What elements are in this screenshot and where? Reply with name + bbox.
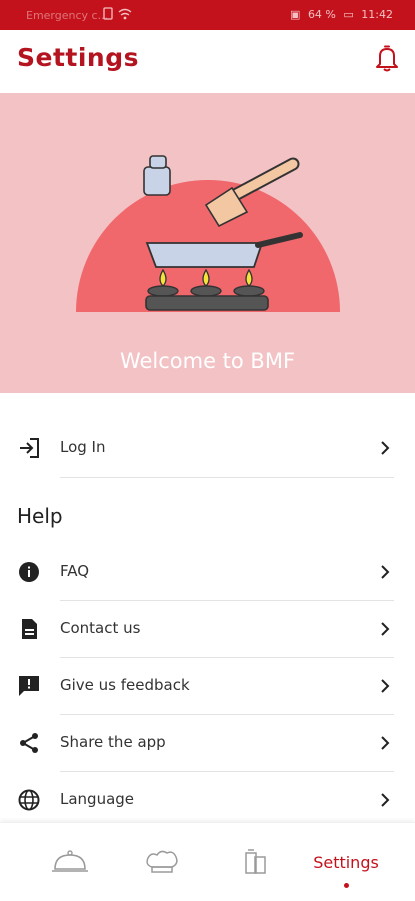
active-indicator [344, 883, 349, 888]
share-row[interactable]: Share the app [0, 715, 415, 772]
login-icon [20, 438, 39, 458]
bottom-navigation: Settings [0, 822, 415, 901]
info-icon [19, 562, 39, 582]
feedback-row[interactable]: Give us feedback [0, 658, 415, 715]
faq-label: FAQ [60, 562, 90, 580]
login-row[interactable]: Log In [0, 420, 415, 477]
sim-wifi-icon [103, 7, 132, 20]
chevron-right-icon [381, 793, 390, 807]
nfc-icon: ▣ [290, 8, 301, 21]
nav-cloche[interactable] [20, 823, 120, 901]
contact-us-row[interactable]: Contact us [0, 601, 415, 658]
page-title: Settings [17, 43, 140, 72]
status-icons [103, 7, 133, 24]
share-icon [20, 733, 38, 753]
faq-row[interactable]: FAQ [0, 544, 415, 601]
chevron-right-icon [381, 736, 390, 750]
nav-settings-label: Settings [313, 853, 379, 872]
nav-chef-hat[interactable] [112, 823, 212, 901]
stove-icon [145, 285, 269, 311]
language-row[interactable]: Language [0, 772, 415, 829]
contact-us-label: Contact us [60, 619, 141, 637]
app-bar: Settings [0, 30, 415, 93]
language-label: Language [60, 790, 135, 808]
salt-shaker-icon [143, 155, 171, 196]
carrier-label: Emergency c... [26, 9, 109, 22]
welcome-text: Welcome to BMF [119, 349, 296, 373]
battery-percent: 64 % [307, 8, 336, 21]
welcome-hero: Welcome to BMF [0, 93, 415, 393]
nav-drinks[interactable] [205, 823, 305, 901]
chevron-right-icon [381, 565, 390, 579]
cloche-icon [52, 850, 88, 872]
document-icon [22, 619, 37, 639]
battery-icon: ▭ [343, 8, 354, 21]
status-right: ▣ 64 % ▭ 11:42 [286, 8, 393, 21]
chevron-right-icon [381, 622, 390, 636]
help-section-title: Help [17, 504, 63, 528]
cooking-illustration [76, 155, 340, 312]
share-label: Share the app [60, 733, 166, 751]
drink-icon [245, 849, 266, 874]
status-bar: Emergency c... ▣ 64 % ▭ 11:42 [0, 0, 415, 30]
clock-time: 11:42 [361, 8, 393, 21]
nav-settings[interactable]: Settings [296, 823, 396, 901]
chevron-right-icon [381, 441, 390, 455]
login-label: Log In [60, 438, 106, 456]
bell-icon[interactable] [372, 43, 402, 73]
divider [60, 477, 394, 478]
chevron-right-icon [381, 679, 390, 693]
chef-hat-icon [146, 850, 178, 873]
globe-icon [18, 789, 40, 811]
feedback-label: Give us feedback [60, 676, 190, 694]
feedback-icon [19, 676, 39, 696]
